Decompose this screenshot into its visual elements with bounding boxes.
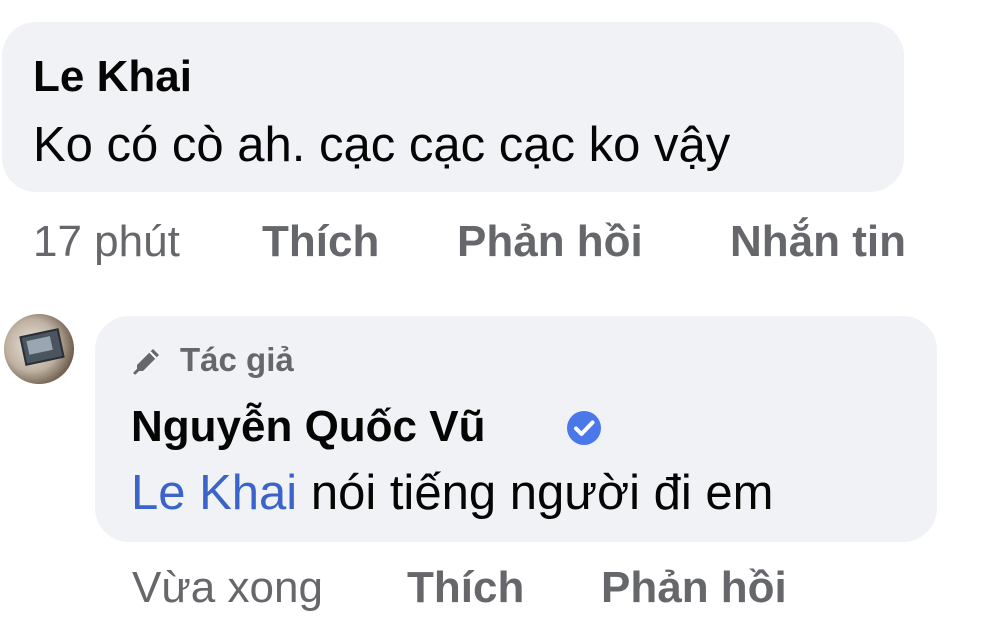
author-badge-label: Tác giả [180,341,294,378]
avatar-photo [19,328,65,366]
reply-timestamp[interactable]: Vừa xong [132,560,323,616]
comment-text: Ko có cò ah. cạc cạc cạc ko vậy [33,118,731,172]
reply-button[interactable]: Phản hồi [601,560,787,616]
mention-link[interactable]: Le Khai [131,466,297,520]
comment-timestamp[interactable]: 17 phút [33,214,180,270]
reply-actions: Vừa xong Thích Phản hồi [0,560,992,616]
avatar[interactable] [4,314,74,384]
message-button[interactable]: Nhắn tin [730,214,906,270]
like-button[interactable]: Thích [407,560,524,616]
comment-author-name[interactable]: Le Khai [33,48,192,106]
verified-check-icon [567,411,601,445]
like-button[interactable]: Thích [262,214,379,270]
reply-text-body: nói tiếng người đi em [297,466,774,520]
reply-text: Le Khai nói tiếng người đi em [131,461,773,525]
author-badge: Tác giả [132,340,432,380]
reply-author-name[interactable]: Nguyễn Quốc Vũ [131,398,485,456]
reply-button[interactable]: Phản hồi [457,214,643,270]
pencil-icon [133,349,159,375]
comment-actions: 17 phút Thích Phản hồi Nhắn tin [0,214,992,270]
